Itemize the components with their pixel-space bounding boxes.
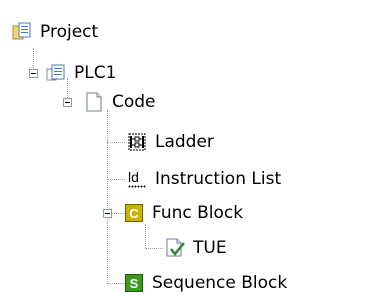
function-block-icon-letter: C (129, 205, 139, 221)
tree-connector-line (107, 179, 125, 180)
plc-icon (46, 64, 65, 81)
tree-item-plc1[interactable]: PLC1 (46, 61, 116, 85)
project-tree-view[interactable]: Project PLC1 Code Ladder ld Instruction … (0, 0, 365, 293)
tree-item-instruction-list[interactable]: ld Instruction List (127, 167, 281, 191)
tree-item-label: TUE (193, 238, 227, 258)
tree-item-label: Code (112, 92, 156, 112)
tree-item-label: Func Block (152, 203, 244, 223)
tree-connector-line (145, 248, 163, 249)
tree-item-label: Project (40, 22, 99, 42)
document-icon (86, 92, 102, 112)
sequence-block-icon: S (124, 273, 144, 293)
tree-connector-line (107, 110, 108, 284)
tree-item-tue[interactable]: TUE (165, 236, 227, 260)
tree-item-project[interactable]: Project (12, 20, 98, 44)
tree-item-label: Ladder (155, 132, 214, 152)
instruction-list-icon: ld (127, 169, 147, 189)
tree-item-sequence-block[interactable]: S Sequence Block (124, 271, 287, 295)
tree-connector-line (145, 224, 146, 248)
sequence-block-icon-letter: S (129, 275, 139, 291)
collapse-toggle-plc1[interactable] (29, 69, 38, 78)
instruction-list-icon-text: ld (128, 169, 139, 185)
tree-item-ladder[interactable]: Ladder (127, 130, 214, 154)
function-block-icon-badge: C (125, 204, 143, 222)
collapse-toggle-code[interactable] (63, 98, 72, 107)
tree-item-label: Instruction List (155, 169, 282, 189)
sequence-block-icon-badge: S (125, 274, 143, 292)
ladder-diagram-icon (128, 133, 146, 151)
collapse-toggle-func-block[interactable] (103, 209, 112, 218)
tree-item-func-block[interactable]: C Func Block (124, 201, 243, 225)
project-icon (12, 22, 31, 40)
tree-item-code[interactable]: Code (84, 90, 156, 114)
tree-item-label: Sequence Block (152, 273, 288, 293)
checked-document-icon (166, 238, 185, 257)
tree-connector-line (107, 283, 125, 284)
tree-item-label: PLC1 (74, 63, 117, 83)
function-block-icon: C (124, 203, 144, 223)
tree-connector-line (107, 142, 125, 143)
instruction-list-icon-dots (128, 185, 146, 188)
